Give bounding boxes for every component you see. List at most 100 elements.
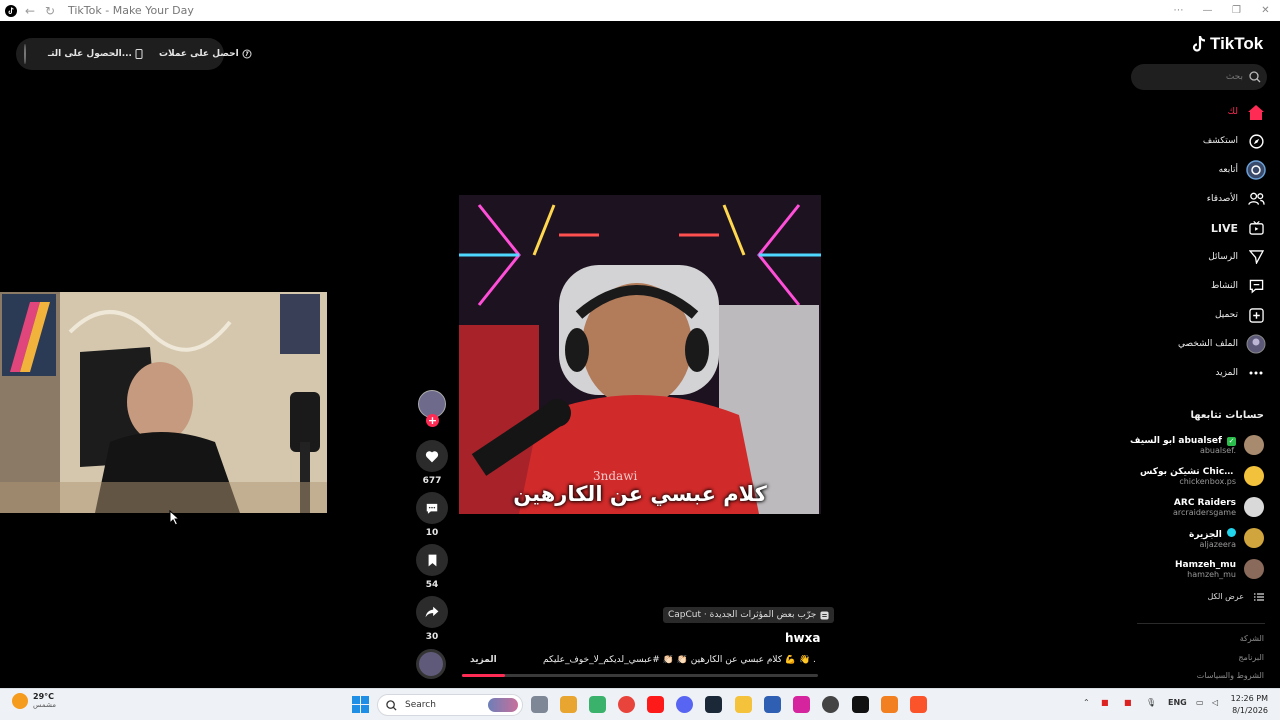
followed-account[interactable]: ابو السيف abualsef ✓ abualsef. [1130,432,1264,458]
home-icon [1246,102,1266,122]
minimize-icon[interactable]: — [1193,0,1222,21]
coin-icon [242,49,252,59]
sidebar-item-label: أتابعه [1218,165,1238,175]
taskbar-search-label: Search [405,700,436,710]
comment-icon [426,503,438,514]
followed-account[interactable]: ARC Raiders arcraidersgame [1173,494,1264,520]
tray-overflow-icon[interactable]: ⌃ [1083,698,1090,707]
account-handle: aljazeera [1199,539,1236,549]
maximize-icon[interactable]: ❐ [1222,0,1251,21]
microphone-icon[interactable]: 🎙 [1146,698,1156,707]
sidebar-item-following[interactable]: أتابعه [1219,158,1266,182]
save-button[interactable] [416,544,448,576]
comment-button[interactable] [416,492,448,524]
account-avatar [1244,528,1264,548]
steam-icon[interactable] [705,696,722,713]
account-avatar [1244,497,1264,517]
discord-icon[interactable] [676,696,693,713]
footer-link-terms[interactable]: الشروط والسياسات [1197,671,1264,680]
sidebar-item-messages[interactable]: الرسائل [1208,245,1266,269]
settings-gear-icon[interactable] [822,696,839,713]
sidebar-item-label: الأصدقاء [1206,194,1238,204]
tiktok-wordmark: TikTok [1210,34,1264,53]
music-disc-icon[interactable] [416,649,446,679]
language-indicator[interactable]: ENG [1168,698,1187,707]
verified-check-icon: ✓ [1227,436,1236,446]
see-all-following-button[interactable]: عرض الكل [1207,592,1264,601]
followed-account[interactable]: تشيكن بوكس Chicken Box chickenbox.ps [1140,463,1264,489]
network-icon[interactable]: ▭ [1196,698,1204,707]
followed-account[interactable]: Hamzeh_mu hamzeh_mu [1175,556,1264,582]
more-icon [1246,363,1266,383]
video-player[interactable]: 3ndawi كلام عبسي عن الكارهين [459,195,821,514]
system-clock[interactable]: 12:26 PM 8/1/2026 [1231,693,1268,717]
tray-app-icon[interactable]: ■ [1124,698,1132,707]
save-count: 54 [425,580,439,590]
get-coins-button[interactable]: احصل على عملات [159,49,252,59]
account-avatar [1244,466,1264,486]
menu-dots-icon[interactable]: ⋯ [1164,0,1193,21]
sidebar-item-live[interactable]: LIVE [1211,216,1266,240]
close-icon[interactable]: ✕ [1251,0,1280,21]
sidebar-item-activity[interactable]: النشاط [1211,274,1266,298]
webcam-overlay [0,292,327,513]
browser-title-bar: ← ↻ TikTok - Make Your Day ⋯ — ❐ ✕ [0,0,1280,21]
capcut-icon [820,610,829,620]
volume-icon[interactable]: ◁ [1212,698,1218,707]
taskbar-search-box[interactable]: Search [377,694,523,716]
account-avatar [1244,559,1264,579]
account-name: الجزيرة [1189,529,1222,540]
account-name: ابو السيف abualsef [1130,435,1222,446]
video-progress-fill [462,674,505,677]
share-button[interactable] [416,596,448,628]
cloud-app-icon[interactable] [881,696,898,713]
app-green-icon[interactable] [589,696,606,713]
sidebar-item-upload[interactable]: تحميل [1215,303,1266,327]
reload-icon[interactable]: ↻ [40,4,60,18]
tiktok-logo[interactable]: TikTok [1192,34,1263,54]
account-name-row: الجزيرة [1189,527,1236,540]
messages-icon [1246,247,1266,267]
sidebar-item-more[interactable]: المزيد [1215,361,1266,385]
brave-icon[interactable] [910,696,927,713]
like-button[interactable] [416,440,448,472]
search-placeholder: بحث [1225,72,1243,82]
search-input[interactable]: بحث [1131,64,1267,90]
sidebar-item-label: الرسائل [1208,252,1238,262]
sidebar-item-profile[interactable]: الملف الشخصي [1178,332,1266,356]
get-app-button[interactable]: الحصول على التـ... [48,49,143,59]
footer-link-company[interactable]: الشركة [1240,634,1264,643]
sidebar-item-for-you[interactable]: لك [1228,100,1266,124]
task-view-icon[interactable] [531,696,548,713]
chrome-icon[interactable] [618,696,635,713]
followed-account[interactable]: الجزيرة aljazeera [1189,525,1264,551]
weather-widget[interactable]: 29°C مشمس [12,692,56,709]
search-icon[interactable] [1249,71,1261,83]
video-description: كلام عبسي عن الكارهين 👏🏻 👏🏻 #عبسي_لديكم_… [543,655,815,665]
capcut-effect-chip[interactable]: CapCut · جرّب بعض المؤثرات الجديدة [663,607,835,623]
user-avatar[interactable] [24,44,26,64]
store-icon[interactable] [560,696,577,713]
youtube-icon[interactable] [647,696,664,713]
app-blue-icon[interactable] [764,696,781,713]
back-arrow-icon[interactable]: ← [20,4,40,18]
weather-desc: مشمس [33,701,56,709]
sidebar-item-label: الملف الشخصي [1178,339,1238,349]
follow-plus-icon[interactable]: + [426,414,439,427]
file-explorer-icon[interactable] [735,696,752,713]
live-tv-icon [1246,218,1266,238]
sidebar-item-explore[interactable]: استكشف [1203,129,1266,153]
activity-icon [1246,276,1266,296]
share-arrow-icon [425,606,439,618]
tiktok-taskbar-icon[interactable] [852,696,869,713]
video-author[interactable]: hwxa [785,631,820,645]
windows-start-icon[interactable] [352,696,369,713]
sidebar-item-friends[interactable]: الأصدقاء [1207,187,1266,211]
video-progress-bar[interactable] [462,674,818,677]
search-icon [386,699,397,711]
instagram-icon[interactable] [793,696,810,713]
tray-app-icon[interactable]: ■ [1101,698,1109,707]
description-more-link[interactable]: المزيد [470,655,497,665]
footer-link-program[interactable]: البرنامج [1238,653,1264,662]
following-accounts-title: حسابات تتابعها [1190,410,1264,421]
